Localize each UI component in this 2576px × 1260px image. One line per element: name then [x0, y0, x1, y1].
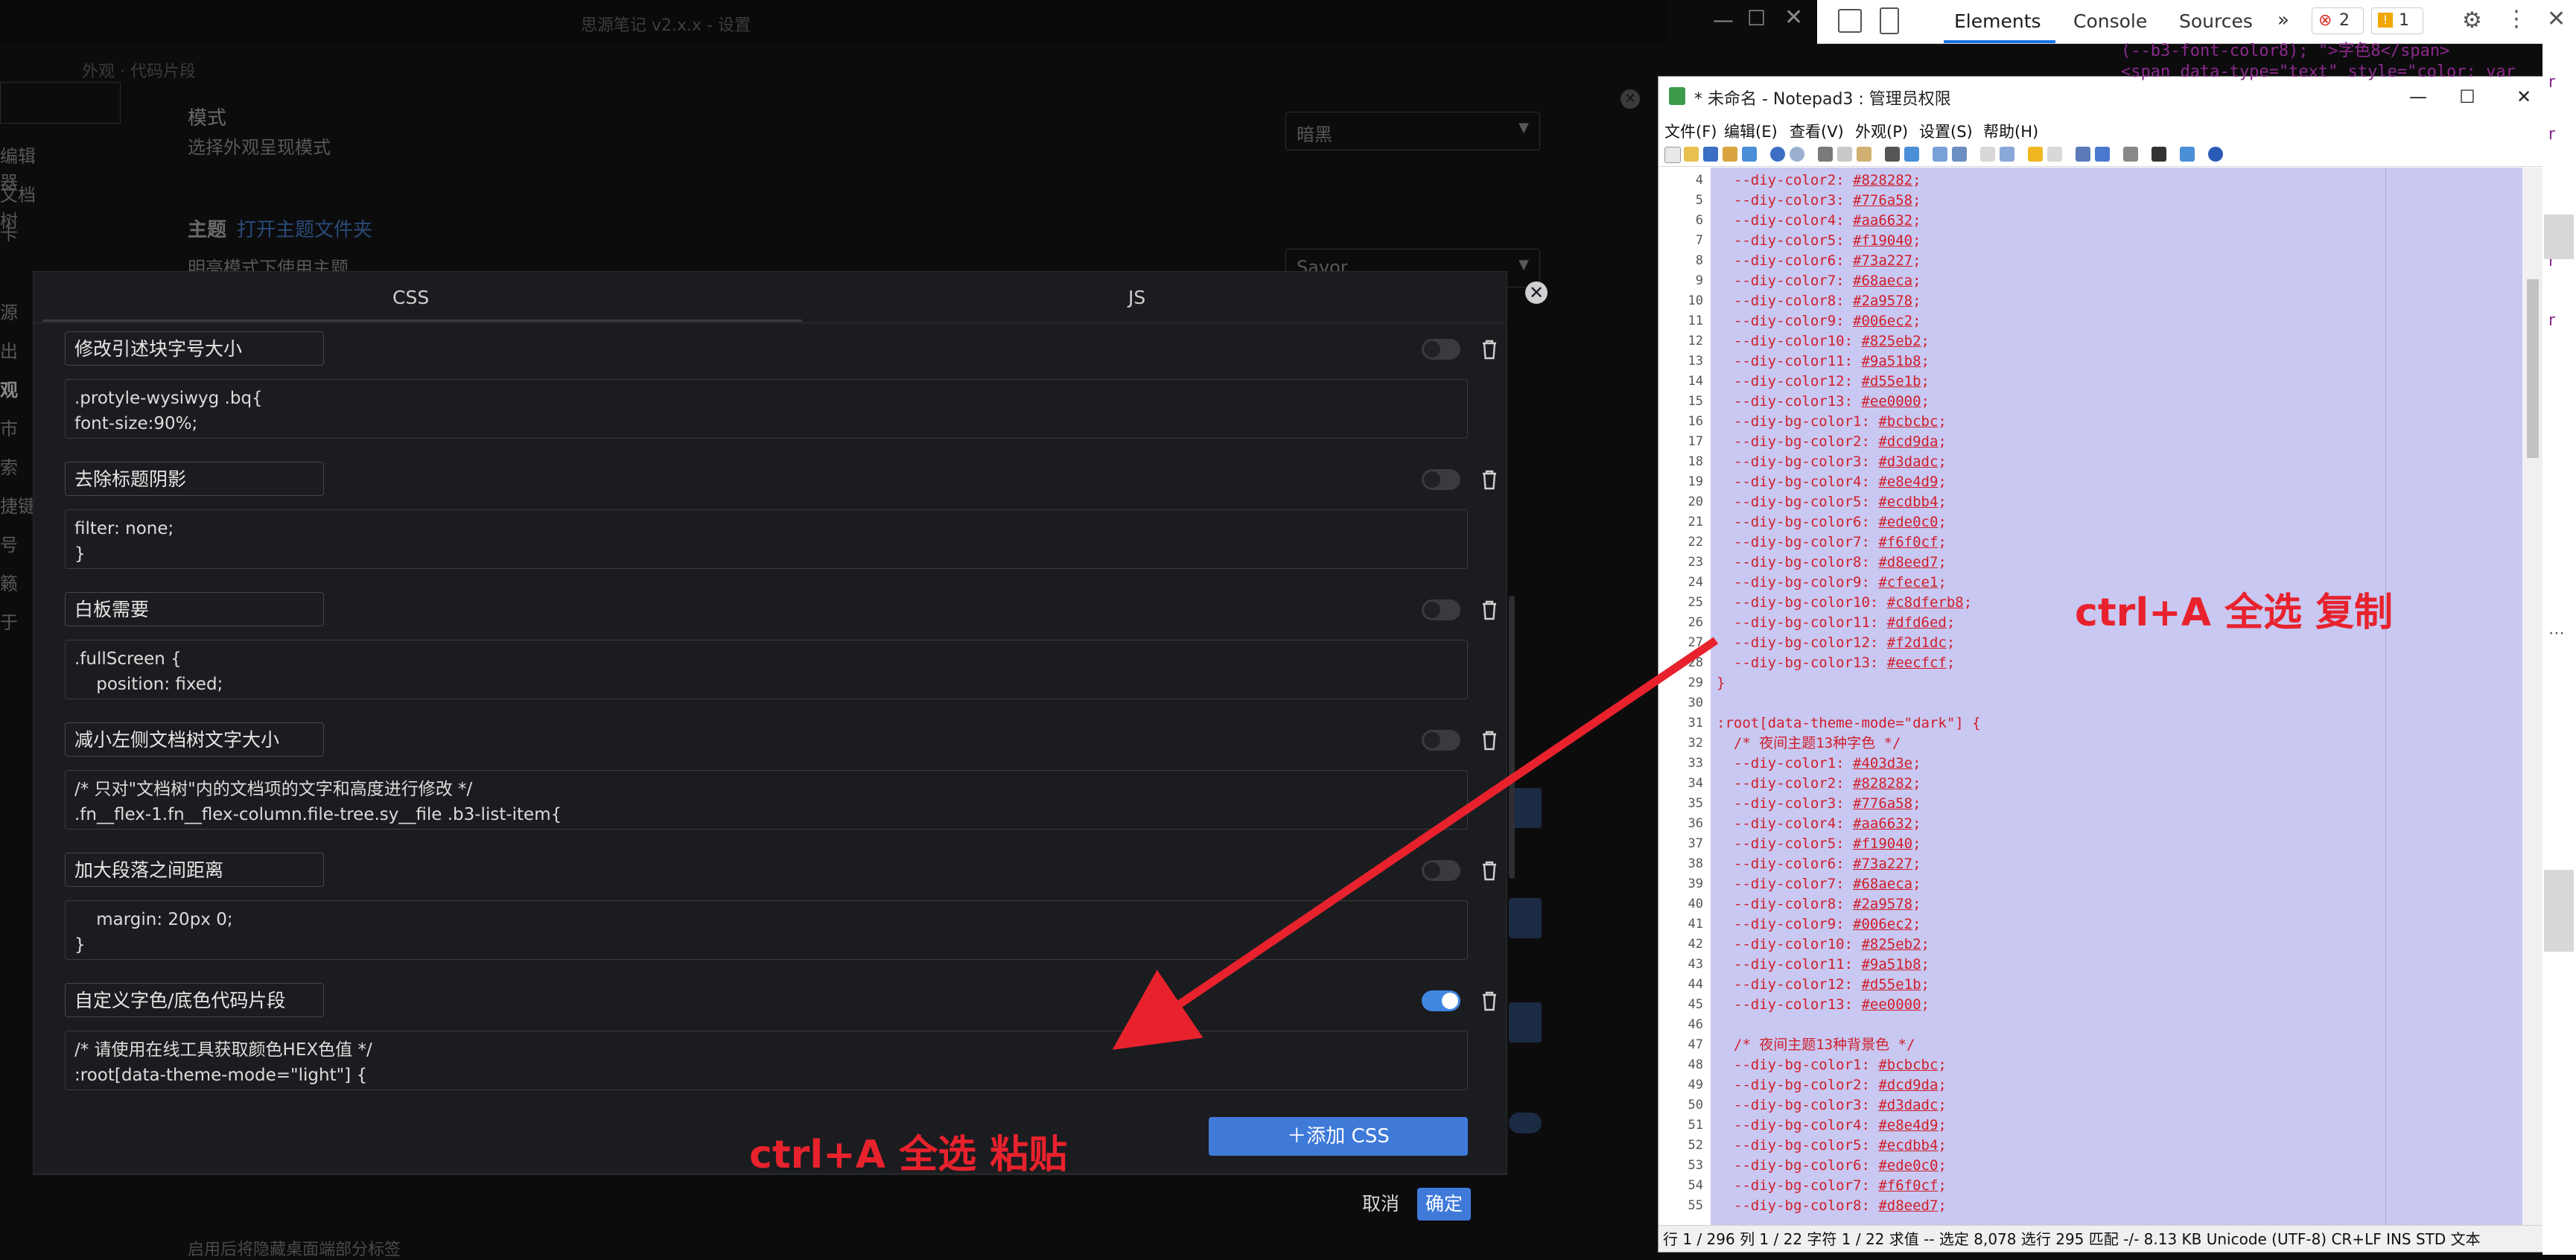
annotation-copy: ctrl+A 全选 复制: [2075, 591, 2394, 635]
annotation-paste: ctrl+A 全选 粘贴: [749, 1133, 1068, 1177]
